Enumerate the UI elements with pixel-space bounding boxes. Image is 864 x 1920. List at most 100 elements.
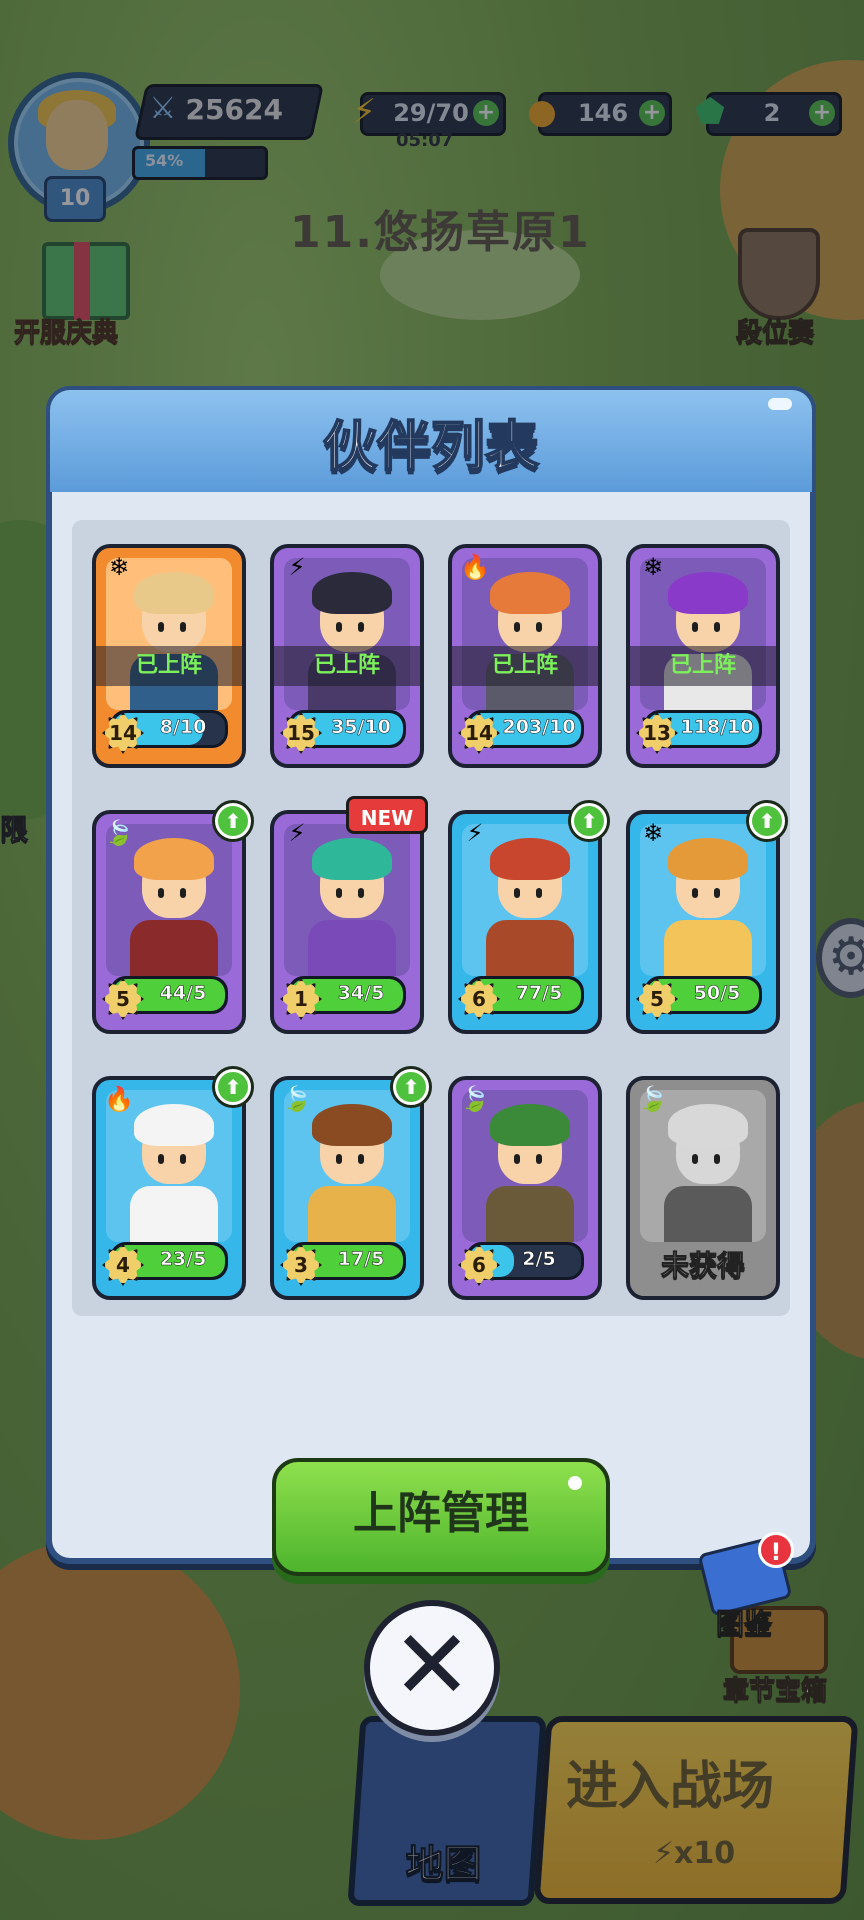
partner-card[interactable]: 已上阵 ⚡ 35/10 15 — [270, 544, 424, 768]
star-level-badge: 4 — [102, 1244, 144, 1286]
partner-body — [308, 920, 396, 976]
partner-eye — [336, 1154, 342, 1164]
partner-list-modal: 伙伴列表 已上阵 ❄ 8/10 14 已上阵 ⚡ 35/10 15 已上阵 🔥 203/10 14 已上… — [46, 386, 816, 1641]
star-level-badge: 15 — [280, 712, 322, 754]
partner-eye — [358, 888, 364, 898]
partner-body — [664, 920, 752, 976]
partner-grid: 已上阵 ❄ 8/10 14 已上阵 ⚡ 35/10 15 已上阵 🔥 203/10 14 已上阵 ❄ 118… — [72, 520, 790, 1316]
star-level-value: 5 — [116, 987, 130, 1011]
element-icon: ❄ — [642, 553, 664, 581]
shard-count: 118/10 — [680, 716, 754, 739]
codex-label: 图鉴 — [715, 1607, 772, 1641]
partner-hair — [134, 838, 214, 880]
partner-hair — [668, 838, 748, 880]
arrow-up-icon: ⬆ — [574, 806, 604, 836]
upgrade-arrow-icon: ⬆ — [568, 800, 610, 842]
partner-body — [486, 920, 574, 976]
element-icon: ❄ — [642, 819, 664, 847]
star-level-value: 5 — [650, 987, 664, 1011]
partner-eye — [536, 622, 542, 632]
partner-card[interactable]: 🍃 2/5 6 — [448, 1076, 602, 1300]
upgrade-arrow-icon: ⬆ — [212, 1066, 254, 1108]
deploy-management-button[interactable]: 上阵管理 — [272, 1458, 610, 1576]
shard-count: 2/5 — [522, 1248, 556, 1271]
button-shine — [568, 1476, 582, 1490]
arrow-up-icon: ⬆ — [752, 806, 782, 836]
partner-eye — [692, 1154, 698, 1164]
arrow-up-icon: ⬆ — [218, 806, 248, 836]
element-icon: ❄ — [108, 553, 130, 581]
partner-eye — [358, 622, 364, 632]
new-badge: NEW — [346, 796, 428, 834]
element-icon: 🔥 — [104, 1085, 134, 1113]
star-level-value: 14 — [465, 721, 493, 745]
partner-eye — [514, 1154, 520, 1164]
partner-hair — [490, 1104, 570, 1146]
partner-eye — [158, 888, 164, 898]
partner-body — [308, 1186, 396, 1242]
star-level-badge: 6 — [458, 978, 500, 1020]
partner-card[interactable]: 已上阵 ❄ 118/10 13 — [626, 544, 780, 768]
partner-eye — [536, 888, 542, 898]
partner-card[interactable]: 🍃 44/5 5 ⬆ — [92, 800, 254, 1034]
partner-eye — [514, 622, 520, 632]
modal-body: 已上阵 ❄ 8/10 14 已上阵 ⚡ 35/10 15 已上阵 🔥 203/10 14 已上阵 ❄ 118… — [52, 492, 810, 1641]
deployed-label: 已上阵 — [452, 646, 598, 686]
upgrade-arrow-icon: ⬆ — [390, 1066, 432, 1108]
partner-body — [130, 920, 218, 976]
modal-header: 伙伴列表 — [50, 390, 812, 492]
star-level-value: 1 — [294, 987, 308, 1011]
shard-count: 17/5 — [337, 1248, 385, 1271]
shard-count: 77/5 — [515, 982, 563, 1005]
partner-card[interactable]: ⚡ 34/5 1 NEW — [270, 796, 428, 1034]
partner-eye — [714, 888, 720, 898]
partner-body — [486, 1186, 574, 1242]
shard-count: 44/5 — [159, 982, 207, 1005]
partner-card[interactable]: ⚡ 77/5 6 ⬆ — [448, 800, 610, 1034]
partner-hair — [134, 572, 214, 614]
partner-eye — [692, 888, 698, 898]
partner-eye — [180, 1154, 186, 1164]
partner-card[interactable]: 🍃 未获得 — [626, 1076, 780, 1300]
arrow-up-icon: ⬆ — [396, 1072, 426, 1102]
partner-eye — [714, 1154, 720, 1164]
deployed-label: 已上阵 — [630, 646, 776, 686]
partner-hair — [312, 572, 392, 614]
element-icon: ⚡ — [466, 819, 484, 847]
partner-eye — [536, 1154, 542, 1164]
element-icon: 🔥 — [460, 553, 490, 581]
star-level-badge: 6 — [458, 1244, 500, 1286]
star-level-badge: 3 — [280, 1244, 322, 1286]
partner-card[interactable]: ❄ 50/5 5 ⬆ — [626, 800, 788, 1034]
close-button[interactable]: ✕ — [364, 1600, 500, 1736]
deployed-label: 已上阵 — [274, 646, 420, 686]
partner-eye — [714, 622, 720, 632]
star-level-value: 14 — [109, 721, 137, 745]
partner-eye — [358, 1154, 364, 1164]
partner-hair — [490, 838, 570, 880]
partner-hair — [668, 572, 748, 614]
partner-card[interactable]: 已上阵 ❄ 8/10 14 — [92, 544, 246, 768]
star-level-value: 13 — [643, 721, 671, 745]
star-level-value: 6 — [472, 987, 486, 1011]
partner-card[interactable]: 🍃 17/5 3 ⬆ — [270, 1066, 432, 1300]
partner-hair — [668, 1104, 748, 1146]
partner-hair — [312, 1104, 392, 1146]
shard-count: 23/5 — [159, 1248, 207, 1271]
star-level-value: 15 — [287, 721, 315, 745]
shard-count: 203/10 — [502, 716, 576, 739]
partner-eye — [180, 888, 186, 898]
partner-hair — [490, 572, 570, 614]
element-icon: 🍃 — [282, 1085, 312, 1113]
star-level-value: 3 — [294, 1253, 308, 1277]
star-level-badge: 14 — [102, 712, 144, 754]
partner-eye — [692, 622, 698, 632]
deployed-label: 已上阵 — [96, 646, 242, 686]
shard-count: 35/10 — [331, 716, 391, 739]
partner-card[interactable]: 已上阵 🔥 203/10 14 — [448, 544, 602, 768]
partner-card[interactable]: 🔥 23/5 4 ⬆ — [92, 1066, 254, 1300]
shard-count: 8/10 — [159, 716, 207, 739]
partner-hair — [312, 838, 392, 880]
arrow-up-icon: ⬆ — [218, 1072, 248, 1102]
codex-button[interactable]: ! 图鉴 — [688, 1532, 798, 1641]
